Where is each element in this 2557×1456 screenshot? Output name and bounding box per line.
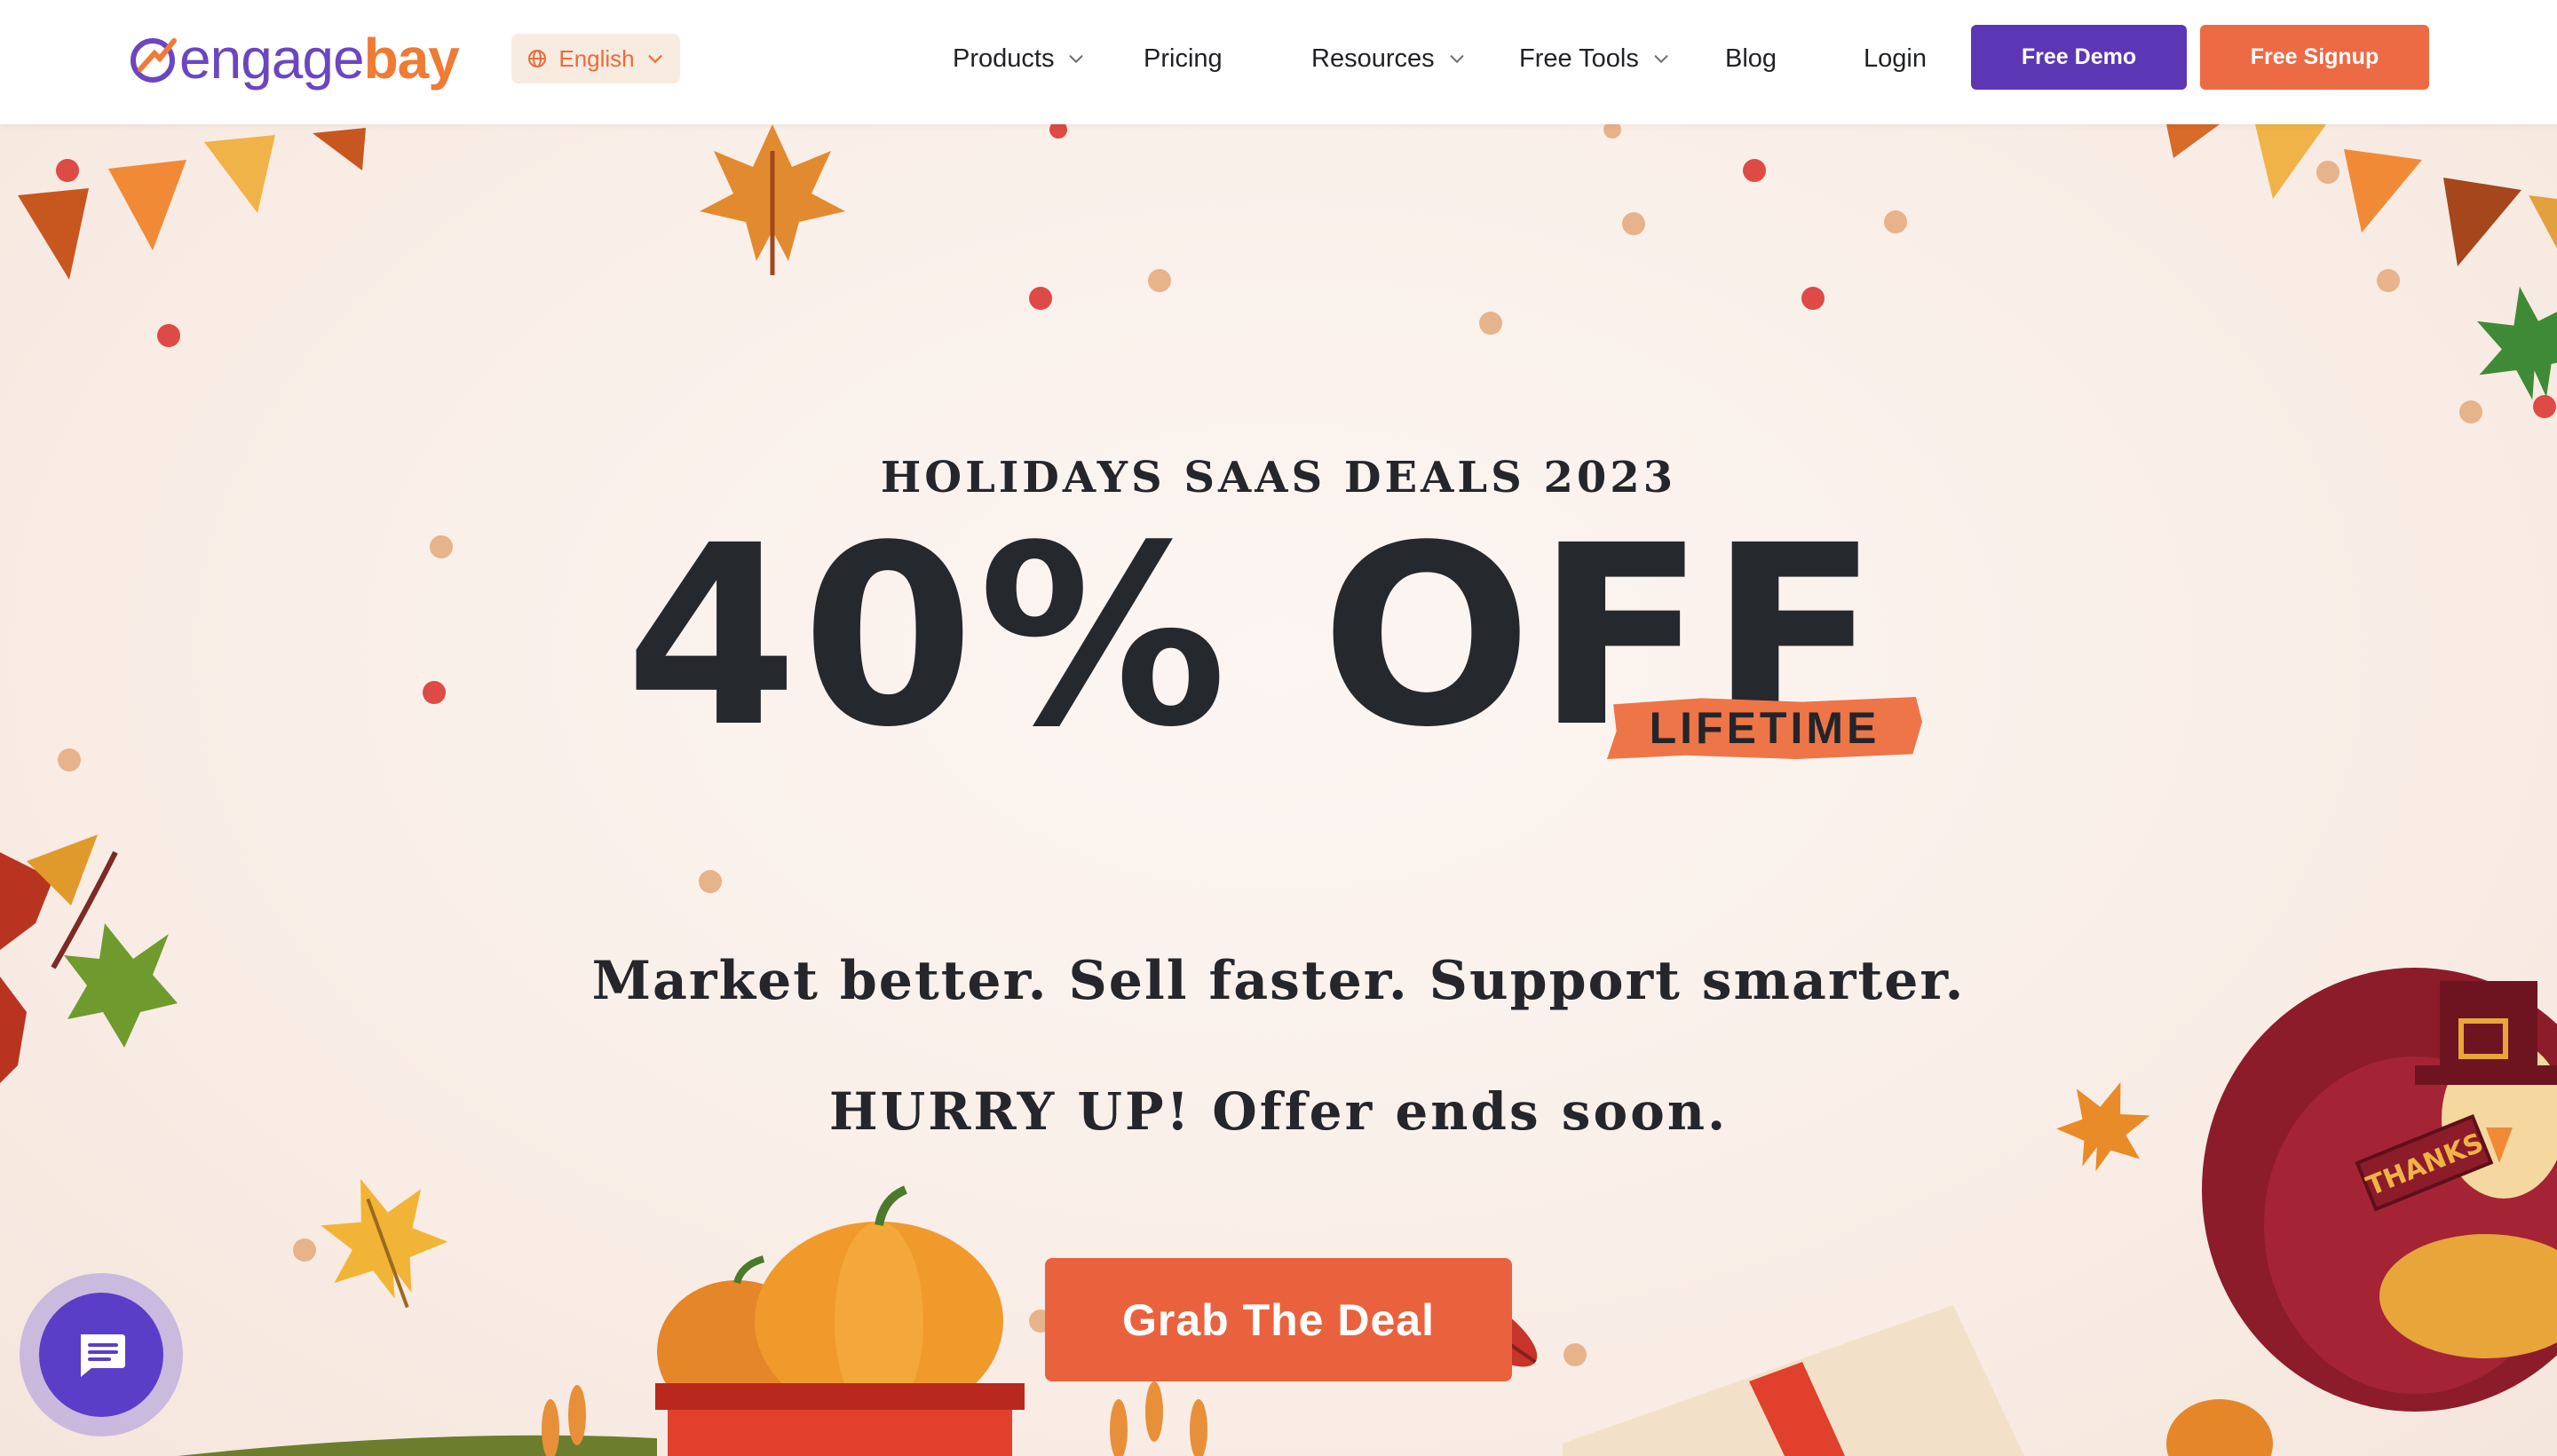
chat-launcher[interactable] <box>20 1273 183 1436</box>
globe-icon <box>528 50 547 67</box>
nav-free-tools-label: Free Tools <box>1519 44 1639 73</box>
nav-free-tools[interactable]: Free Tools <box>1519 39 1671 78</box>
maple-leaf-icon <box>700 124 845 275</box>
nav-products[interactable]: Products <box>953 39 1086 78</box>
language-selector[interactable]: English <box>511 34 680 83</box>
nav-pricing-label: Pricing <box>1144 44 1223 73</box>
nav-blog[interactable]: Blog <box>1725 39 1777 78</box>
nav-resources-label: Resources <box>1311 44 1435 73</box>
nav-products-label: Products <box>953 44 1055 73</box>
nav-resources[interactable]: Resources <box>1311 39 1467 78</box>
pumpkin-basket-icon <box>655 1185 1025 1456</box>
hero-urgency-text: HURRY UP! Offer ends soon. <box>828 1081 1729 1142</box>
nav-blog-label: Blog <box>1725 44 1777 73</box>
nav-login[interactable]: Login <box>1864 39 1927 78</box>
engagebay-logo[interactable]: engage bay <box>128 27 460 91</box>
chevron-down-icon <box>1070 55 1083 64</box>
hero-section: THANKS HOLIDAYS SAAS DEALS 2023 40% OFF … <box>0 124 2557 1456</box>
green-leaf-icon <box>2476 286 2557 400</box>
logo-text-bay: bay <box>363 27 460 91</box>
turkey-thanks-icon: THANKS <box>2166 968 2557 1456</box>
free-signup-button[interactable]: Free Signup <box>2200 25 2429 90</box>
hero-tagline: Market better. Sell faster. Support smar… <box>591 950 1966 1012</box>
chat-launcher-inner[interactable] <box>39 1293 163 1417</box>
nav-login-label: Login <box>1864 44 1927 73</box>
nav-pricing[interactable]: Pricing <box>1144 39 1223 78</box>
site-header: engage bay English Products Pricing Resou… <box>0 0 2557 124</box>
language-label: English <box>558 44 635 72</box>
grab-deal-button[interactable]: Grab The Deal <box>1045 1258 1512 1381</box>
chevron-down-icon <box>648 55 662 64</box>
logo-text-engage: engage <box>179 27 365 91</box>
gift-box-icon <box>1563 1305 2024 1456</box>
free-demo-button[interactable]: Free Demo <box>1971 25 2187 90</box>
chevron-down-icon <box>1654 55 1668 64</box>
logo-mark-icon <box>131 38 177 83</box>
bunting-right-icon <box>2166 124 2557 266</box>
bunting-left-icon <box>18 128 366 280</box>
grass-strip <box>178 1435 657 1456</box>
lifetime-badge: LIFETIME <box>1649 703 1880 753</box>
autumn-decoration: THANKS <box>0 124 2557 1456</box>
chevron-down-icon <box>1450 55 1464 64</box>
chat-bubble-icon <box>81 1334 125 1377</box>
yellow-leaf-icon <box>321 1178 448 1309</box>
